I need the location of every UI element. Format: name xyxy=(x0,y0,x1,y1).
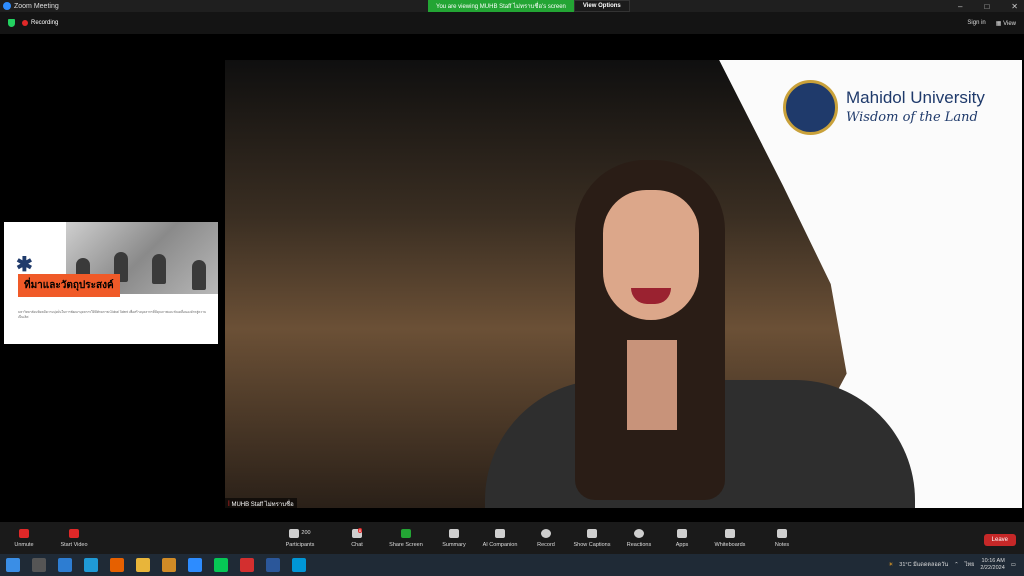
participants-button[interactable]: 200 Participants xyxy=(280,522,320,554)
summary-icon xyxy=(449,528,459,538)
window-controls: – □ ✕ xyxy=(958,0,1018,12)
language-indicator[interactable]: ไทย xyxy=(965,561,975,569)
participants-icon xyxy=(289,528,300,538)
university-name: Mahidol University xyxy=(846,88,985,107)
photo-person xyxy=(192,260,206,290)
zoom-taskbar-icon[interactable] xyxy=(188,558,202,572)
summary-button[interactable]: Summary xyxy=(438,522,470,554)
participant-count: 200 xyxy=(301,530,311,536)
ai-companion-button[interactable]: AI Companion xyxy=(478,522,522,554)
whiteboards-label: Whiteboards xyxy=(714,541,746,548)
file-explorer-icon[interactable] xyxy=(162,558,176,572)
summary-label: Summary xyxy=(442,541,466,548)
chrome-icon[interactable] xyxy=(136,558,150,572)
windows-taskbar xyxy=(0,554,1024,576)
recording-dot-icon xyxy=(22,20,28,26)
sign-in-button[interactable]: Sign in xyxy=(967,20,985,26)
participants-icon-row: 200 xyxy=(289,528,311,538)
security-shield-icon[interactable] xyxy=(8,19,15,27)
record-label: Record xyxy=(537,541,555,548)
ai-sparkle-icon xyxy=(495,528,505,538)
chat-label: Chat xyxy=(351,541,363,548)
apps-icon xyxy=(677,528,687,538)
hp-icon[interactable] xyxy=(292,558,306,572)
minimize-icon[interactable]: – xyxy=(958,2,962,11)
record-icon xyxy=(541,528,551,538)
leave-button[interactable]: Leave xyxy=(983,534,1016,546)
meeting-top-bar: Recording xyxy=(0,12,1024,34)
apps-button[interactable]: Apps xyxy=(670,522,694,554)
captions-icon xyxy=(587,528,597,538)
meeting-toolbar: Unmute Start Video 200 Participants 8 Ch… xyxy=(0,522,1024,554)
reactions-button[interactable]: Reactions xyxy=(624,522,654,554)
view-button[interactable]: ▦ View xyxy=(996,20,1016,27)
show-captions-button[interactable]: Show Captions xyxy=(570,522,614,554)
system-tray: ☀ 31°C มีแดดตลอดวัน ⌃ ไทย 10:16 AM 2/22/… xyxy=(888,554,1016,576)
university-seal-icon xyxy=(783,80,838,135)
whiteboards-button[interactable]: Whiteboards xyxy=(710,522,750,554)
share-screen-button[interactable]: Share Screen xyxy=(386,522,426,554)
reactions-label: Reactions xyxy=(626,541,652,548)
edge-browser-icon[interactable] xyxy=(84,558,98,572)
whiteboard-icon xyxy=(725,528,735,538)
maximize-icon[interactable]: □ xyxy=(984,2,989,11)
share-screen-label: Share Screen xyxy=(389,541,423,548)
recording-label[interactable]: Recording xyxy=(31,20,58,26)
notes-button[interactable]: Notes xyxy=(770,522,794,554)
close-icon[interactable]: ✕ xyxy=(1011,2,1018,11)
photo-person xyxy=(152,254,166,284)
speaker-neck xyxy=(627,340,677,430)
windows-start-icon[interactable] xyxy=(6,558,20,572)
slide-paragraph: มหาวิทยาลัยมหิดลมีความมุ่งมั่นในการพัฒนา… xyxy=(18,310,207,319)
acrobat-icon[interactable] xyxy=(240,558,254,572)
top-right-controls: Sign in ▦ View xyxy=(967,12,1016,34)
share-screen-icon xyxy=(401,528,411,538)
unmute-button[interactable]: Unmute xyxy=(8,522,40,554)
participant-name: MUHB Staff ไม่ทราบชื่อ xyxy=(231,502,294,508)
speaker-video xyxy=(485,160,915,508)
show-captions-label: Show Captions xyxy=(573,541,611,548)
chat-badge: 8 xyxy=(357,528,362,533)
tray-overflow-icon[interactable]: ⌃ xyxy=(954,562,959,568)
zoom-app-icon xyxy=(3,2,11,10)
ai-companion-label: AI Companion xyxy=(482,541,518,548)
notes-label: Notes xyxy=(774,541,790,548)
mic-muted-icon xyxy=(19,528,29,538)
window-title: Zoom Meeting xyxy=(14,2,59,10)
apps-label: Apps xyxy=(675,541,689,548)
share-banner: You are viewing MUHB Staff ไม่ทราบชื่อ's… xyxy=(428,0,630,12)
task-view-icon[interactable] xyxy=(32,558,46,572)
start-video-label: Start Video xyxy=(60,541,88,548)
participants-label: Participants xyxy=(285,541,315,548)
unmute-label: Unmute xyxy=(14,541,34,548)
word-icon[interactable] xyxy=(266,558,280,572)
mail-icon[interactable] xyxy=(58,558,72,572)
university-tagline: Wisdom of the Land xyxy=(846,110,978,125)
participant-nameplate: ꟾ MUHB Staff ไม่ทราบชื่อ xyxy=(225,498,297,510)
firefox-icon[interactable] xyxy=(110,558,124,572)
share-banner-message: You are viewing MUHB Staff ไม่ทราบชื่อ's… xyxy=(428,0,574,12)
start-video-button[interactable]: Start Video xyxy=(56,522,92,554)
notes-icon xyxy=(777,528,787,538)
notifications-icon[interactable]: ▭ xyxy=(1011,562,1016,568)
clock-time: 10:16 AM xyxy=(981,558,1005,564)
slide-heading: ที่มาและวัตถุประสงค์ xyxy=(18,274,120,297)
view-label: View xyxy=(1003,20,1016,27)
clock-date: 2/22/2024 xyxy=(980,565,1005,571)
view-options-button[interactable]: View Options xyxy=(573,0,630,12)
mic-muted-icon: ꟾ xyxy=(228,502,230,508)
record-button[interactable]: Record xyxy=(532,522,560,554)
video-off-icon xyxy=(69,528,79,538)
slide-thumbnail[interactable]: ✱ ที่มาและวัตถุประสงค์ มหาวิทยาลัยมหิดลม… xyxy=(4,222,218,344)
chat-button[interactable]: 8 Chat xyxy=(344,522,370,554)
clock[interactable]: 10:16 AM 2/22/2024 xyxy=(980,558,1004,572)
line-app-icon[interactable] xyxy=(214,558,228,572)
weather-icon[interactable]: ☀ xyxy=(888,562,893,568)
weather-text[interactable]: 31°C มีแดดตลอดวัน xyxy=(899,561,948,569)
reactions-icon xyxy=(634,528,644,538)
main-video: Mahidol University Wisdom of the Land xyxy=(225,60,1022,508)
